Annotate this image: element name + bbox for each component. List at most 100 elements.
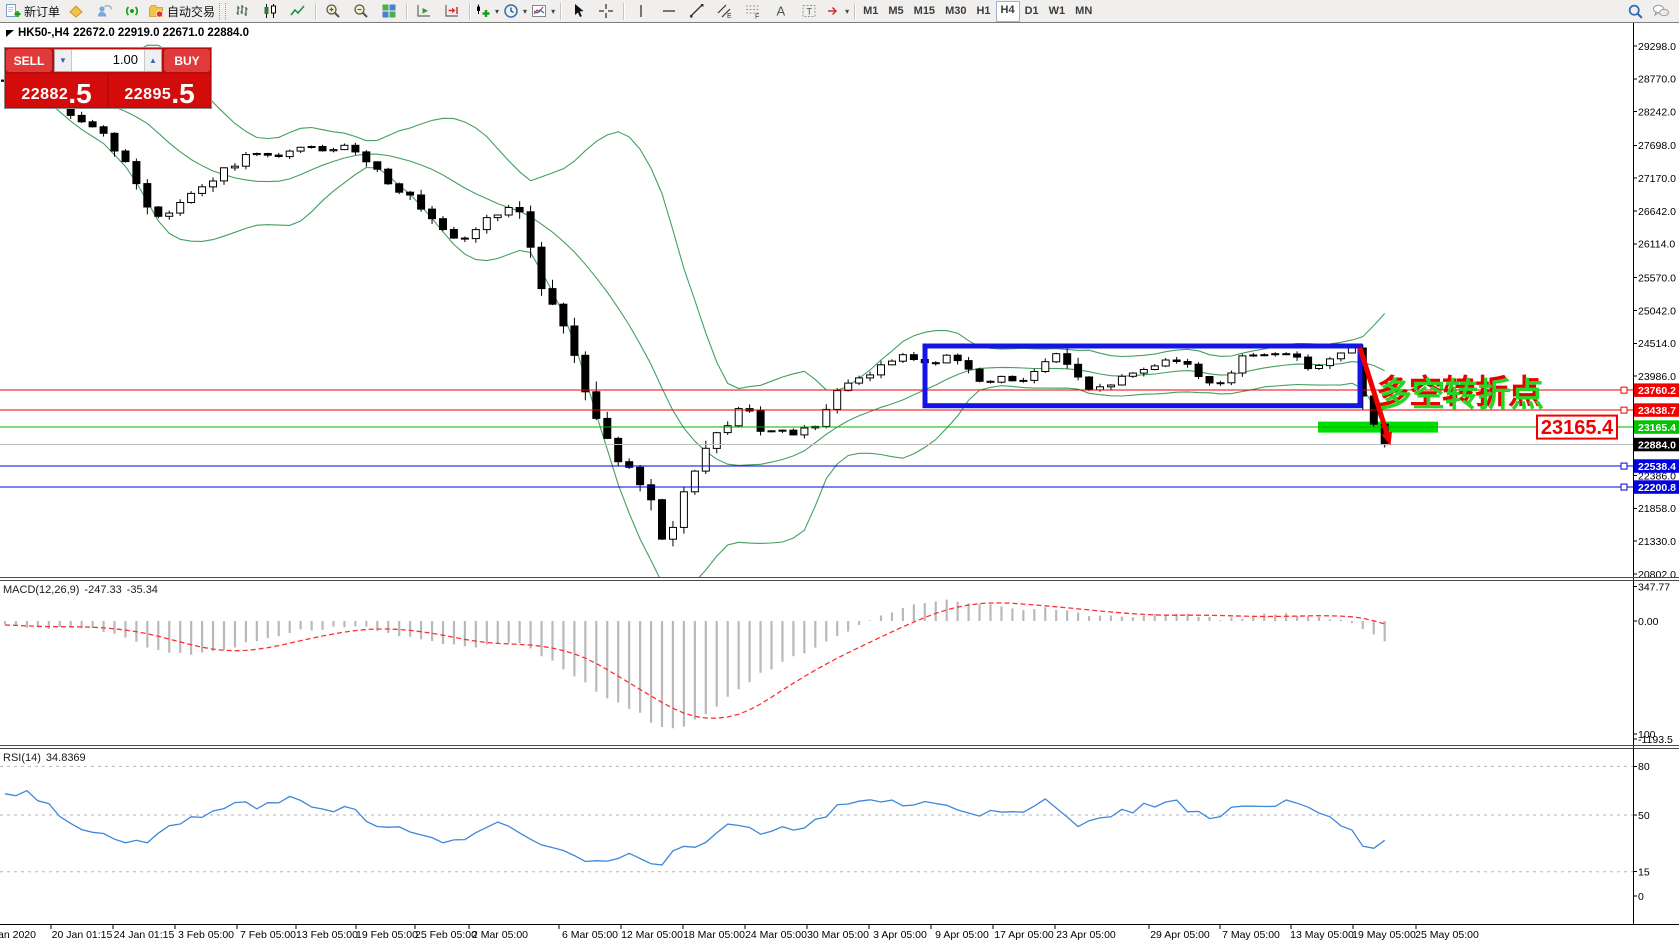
time-axis-label: 3 Feb 05:00 [178,929,234,941]
timeframe-m30[interactable]: M30 [940,2,971,21]
periods-button[interactable]: ▾ [501,1,529,21]
sell-price-button[interactable]: 22882 .5 [6,74,107,107]
equidistant-channel-button[interactable]: E [711,1,739,21]
sell-price-main: 22882 [21,87,68,103]
auto-trading-button[interactable]: 自动交易 [146,1,217,21]
new-order-button[interactable]: 新订单 [3,1,62,21]
timeframe-m1[interactable]: M1 [858,2,883,21]
toolbar-drag-handle[interactable] [219,3,226,20]
price-tick-label: 26642.0 [1638,206,1676,218]
buy-price-button[interactable]: 22895 .5 [109,74,210,107]
text-label-icon: T [801,3,817,19]
line-handle[interactable] [1621,484,1627,490]
chart-symbol-period: HK50-,H4 [18,27,69,39]
svg-text:T: T [807,7,813,17]
tile-windows-button[interactable] [375,1,403,21]
line-handle[interactable] [1621,407,1627,413]
indicators-button[interactable]: ▾ [529,1,557,21]
rsi-axis-label: 15 [1638,867,1650,879]
timeframe-h1[interactable]: H1 [971,2,995,21]
candlestick-chart-button[interactable] [256,1,284,21]
trendline-button[interactable] [683,1,711,21]
svg-text:E: E [727,13,732,19]
rsi-axis-label: 50 [1638,810,1650,822]
timeframe-d1[interactable]: D1 [1020,2,1044,21]
timeframe-w1[interactable]: W1 [1044,2,1071,21]
svg-text:F: F [755,14,759,20]
buy-price-main: 22895 [124,87,171,103]
signals-icon [124,3,140,19]
chart-title: HK50-,H4 22672.0 22919.0 22671.0 22884.0 [6,27,249,39]
price-tag-text: 22538.4 [1638,461,1676,473]
auto-trading-label: 自动交易 [167,3,215,20]
text-button[interactable]: A [767,1,795,21]
time-axis-label: 25 Feb 05:00 [415,929,477,941]
line-handle[interactable] [1621,463,1627,469]
price-tick-label: 21330.0 [1638,536,1676,548]
horizontal-line-icon [661,3,677,19]
pivot-annotation[interactable]: 多空转折点 [1379,376,1544,413]
timeframe-m15[interactable]: M15 [909,2,940,21]
chart-workspace: 多空转折点多空转折点23165.429298.028770.028242.027… [0,23,1679,947]
equidistant-channel-icon: E [717,3,733,19]
text-label-button[interactable]: T [795,1,823,21]
zoom-out-button[interactable] [347,1,375,21]
timeframe-mn[interactable]: MN [1070,2,1097,21]
arrows-button[interactable]: ▾ [823,1,851,21]
zoom-in-button[interactable] [319,1,347,21]
community-button[interactable] [90,1,118,21]
rsi-value: 34.8369 [46,752,86,764]
line-chart-button[interactable] [284,1,312,21]
time-axis-label: 19 May 05:00 [1352,929,1416,941]
text-icon: A [773,3,789,19]
timeframe-h4[interactable]: H4 [996,1,1020,22]
crosshair-button[interactable] [592,1,620,21]
new-chart-button[interactable]: ▾ [473,1,501,21]
time-axis-label: 12 Mar 05:00 [621,929,683,941]
macd-axis-label: 347.77 [1638,581,1670,593]
new-chart-dropdown-caret[interactable]: ▾ [495,7,499,16]
new-chart-icon [475,3,491,19]
time-axis-label: 24 Jan 01:15 [114,929,175,941]
time-axis-label: 20 Jan 01:15 [52,929,113,941]
indicators-dropdown-caret[interactable]: ▾ [551,7,555,16]
price-tick-label: 27170.0 [1638,173,1676,185]
volume-decrease-button[interactable]: ▼ [55,50,72,71]
bar-chart-button[interactable] [228,1,256,21]
time-axis-label: 6 Mar 05:00 [562,929,618,941]
fibonacci-icon: F [745,3,761,19]
chart-shift-icon [444,3,460,19]
volume-input[interactable]: 1.00 [72,50,144,71]
cursor-button[interactable] [564,1,592,21]
crosshair-icon [598,3,614,19]
buy-button[interactable]: BUY [164,49,210,72]
volume-increase-button[interactable]: ▲ [144,50,161,71]
vertical-line-button[interactable] [627,1,655,21]
rsi-label: RSI(14)34.8369 [3,752,91,764]
time-axis-label: 13 May 05:00 [1290,929,1354,941]
arrows-icon [825,3,841,19]
price-tick-label: 26114.0 [1638,239,1675,251]
macd-label: MACD(12,26,9)-247.33-35.34 [3,584,163,596]
line-handle[interactable] [1621,387,1627,393]
periods-dropdown-caret[interactable]: ▾ [523,7,527,16]
macd-axis-label: 0.00 [1638,616,1659,628]
tile-windows-icon [381,3,397,19]
timeframe-m5[interactable]: M5 [883,2,908,21]
arrows-dropdown-caret[interactable]: ▾ [845,7,849,16]
search-icon[interactable] [1627,3,1644,20]
chart-shift-button[interactable] [438,1,466,21]
chat-icon[interactable] [1652,3,1670,19]
time-axis-label: 19 Feb 05:00 [356,929,418,941]
time-axis-label: 17 Apr 05:00 [994,929,1054,941]
volume-box: ▼ 1.00 ▲ [54,49,162,72]
macd-signal-value: -35.34 [127,584,158,596]
sell-button[interactable]: SELL [6,49,52,72]
auto-scroll-button[interactable] [410,1,438,21]
horizontal-line-button[interactable] [655,1,683,21]
signals-button[interactable] [118,1,146,21]
market-button[interactable] [62,1,90,21]
time-axis-label: 4 Jan 2020 [0,929,36,941]
fibonacci-button[interactable]: F [739,1,767,21]
price-tick-label: 27698.0 [1638,140,1676,152]
